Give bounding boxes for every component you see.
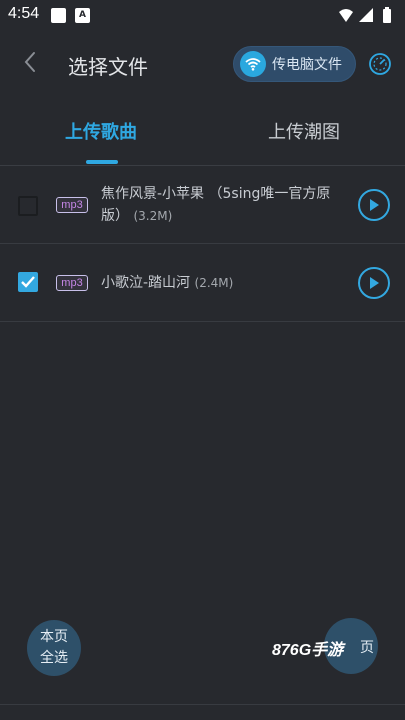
status-time: 4:54 — [8, 5, 40, 22]
play-button[interactable] — [358, 189, 390, 221]
bottom-divider — [0, 704, 405, 705]
play-icon — [370, 277, 379, 289]
back-button[interactable] — [14, 46, 46, 78]
app-header: 选择文件 传电脑文件 — [0, 32, 405, 96]
song-title: 焦作风景-小苹果 （5sing唯一官方原 版） (3.2M) — [101, 183, 351, 227]
status-icons — [337, 7, 397, 29]
chevron-left-icon — [24, 52, 35, 72]
file-size: (3.2M) — [133, 209, 173, 223]
list-item[interactable]: mp3 小歌泣-踏山河 (2.4M) — [0, 244, 405, 322]
file-size: (2.4M) — [194, 276, 234, 290]
check-icon — [21, 276, 35, 288]
select-all-line1: 本页 — [40, 629, 68, 645]
play-button[interactable] — [358, 267, 390, 299]
upload-from-pc-label: 传电脑文件 — [272, 57, 342, 73]
mp3-badge: mp3 — [56, 197, 88, 213]
song-title-line2: 版） — [101, 208, 129, 224]
select-checkbox[interactable] — [18, 196, 38, 216]
tab-bar: 上传歌曲 上传潮图 — [0, 104, 405, 164]
upload-from-pc-button[interactable]: 传电脑文件 — [233, 46, 356, 82]
song-title-line1: 焦作风景-小苹果 （5sing唯一官方原 — [101, 186, 331, 202]
select-all-line2: 全选 — [40, 650, 68, 666]
tab-upload-images[interactable]: 上传潮图 — [203, 104, 405, 164]
song-title-text: 小歌泣-踏山河 — [101, 275, 191, 291]
watermark: 876G手游 — [272, 642, 344, 659]
tab-upload-songs[interactable]: 上传歌曲 — [0, 104, 202, 164]
notification-icon — [51, 8, 66, 23]
mp3-badge: mp3 — [56, 275, 88, 291]
file-list: mp3 焦作风景-小苹果 （5sing唯一官方原 版） (3.2M) mp3 小… — [0, 166, 405, 322]
select-all-page-button[interactable]: 本页 全选 — [27, 620, 81, 676]
status-bar: 4:54 A — [0, 0, 405, 32]
select-checkbox-checked[interactable] — [18, 272, 38, 292]
active-tab-indicator — [86, 160, 118, 164]
wifi-icon — [240, 51, 266, 77]
page-action-label: 页 — [360, 640, 374, 656]
list-item[interactable]: mp3 焦作风景-小苹果 （5sing唯一官方原 版） (3.2M) — [0, 166, 405, 244]
page-title: 选择文件 — [68, 55, 148, 79]
history-icon[interactable] — [368, 52, 392, 76]
notification-a-icon: A — [75, 8, 90, 23]
song-title: 小歌泣-踏山河 (2.4M) — [101, 272, 351, 294]
play-icon — [370, 199, 379, 211]
wifi-signal-battery-icon — [339, 7, 391, 23]
